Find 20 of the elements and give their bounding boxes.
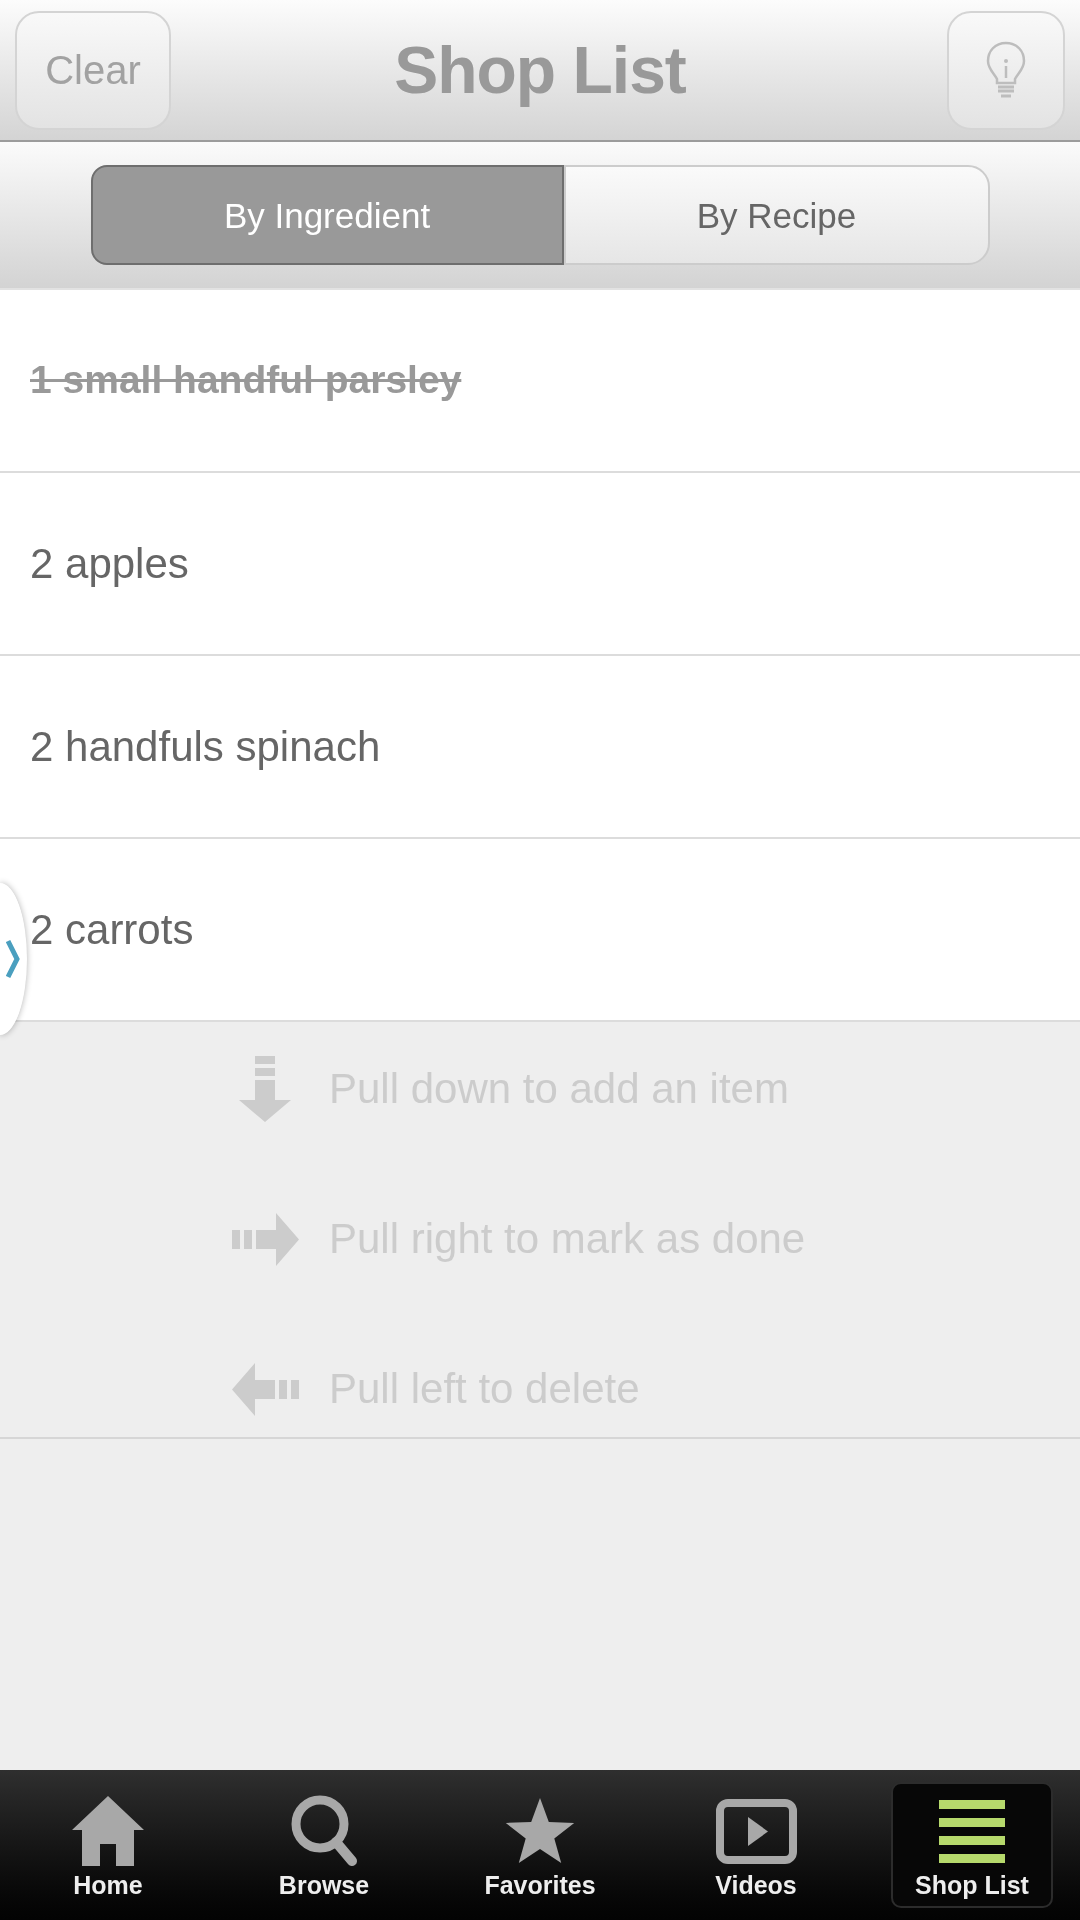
star-icon xyxy=(504,1798,576,1864)
arrow-down-icon xyxy=(239,1056,291,1122)
list-item[interactable]: 2 carrots xyxy=(0,839,1080,1022)
tab-bar-item[interactable]: Shop List xyxy=(891,1782,1053,1908)
arrow-left-icon xyxy=(231,1362,299,1416)
video-play-icon xyxy=(715,1798,797,1864)
list-lines-icon xyxy=(939,1799,1005,1863)
chevron-right-icon xyxy=(6,939,20,979)
list-item[interactable]: 2 apples xyxy=(0,473,1080,656)
home-icon xyxy=(72,1796,144,1866)
list-item[interactable]: 2 handfuls spinach xyxy=(0,656,1080,839)
lightbulb-icon xyxy=(986,41,1026,99)
view-tab[interactable]: By Recipe xyxy=(563,165,990,265)
tab-bar-item[interactable]: Videos xyxy=(675,1782,837,1908)
search-icon xyxy=(290,1795,358,1867)
arrow-right-icon xyxy=(231,1212,299,1266)
tab-bar-item[interactable]: Browse xyxy=(243,1782,405,1908)
tab-bar-item[interactable]: Home xyxy=(27,1782,189,1908)
tab-bar-item[interactable]: Favorites xyxy=(459,1782,621,1908)
tips-button[interactable] xyxy=(947,10,1065,130)
